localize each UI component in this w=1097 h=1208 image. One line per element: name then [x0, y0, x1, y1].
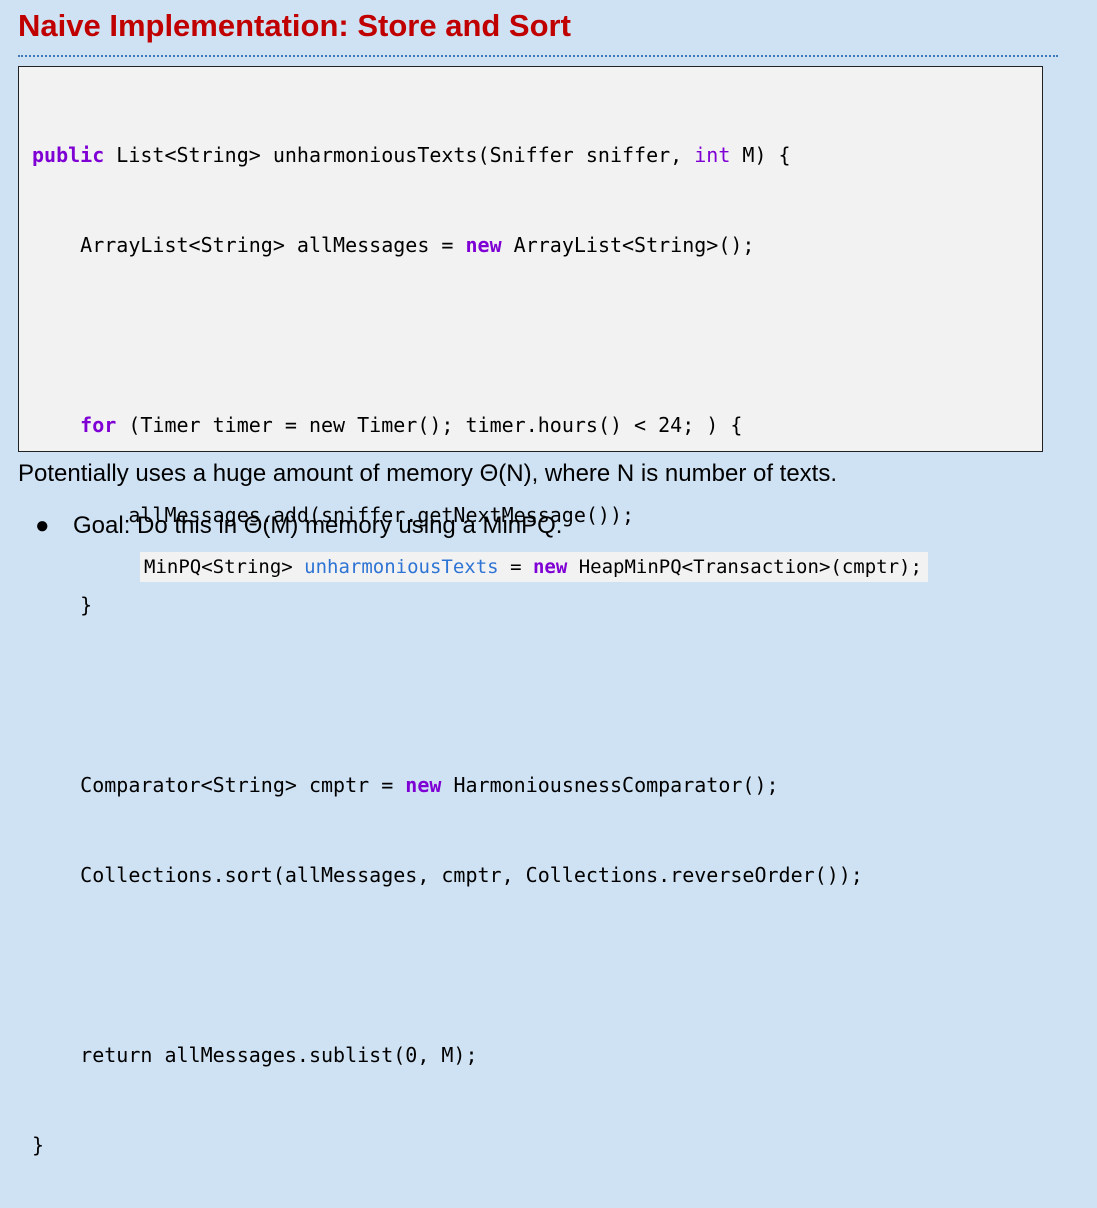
code-line-2: ArrayList<String> allMessages = new Arra… [32, 230, 863, 260]
code-line-6: } [32, 593, 93, 617]
memory-note: Potentially uses a huge amount of memory… [18, 460, 838, 487]
code-line-12: } [32, 1133, 45, 1157]
code-text-segment: List<String> unharmoniousTexts(Sniffer s… [104, 143, 695, 167]
code-line-4: for (Timer timer = new Timer(); timer.ho… [32, 410, 863, 440]
bullet-text: Goal: Do this in Θ(M) memory using a Min… [73, 512, 563, 539]
code-line-11: return allMessages.sublist(0, M); [32, 1043, 478, 1067]
code-text-segment: HarmoniousnessComparator(); [441, 773, 779, 797]
goal-bullet: ● Goal: Do this in Θ(M) memory using a Mi… [35, 512, 562, 540]
code-text: public List<String> unharmoniousTexts(Sn… [32, 80, 863, 1208]
code-block: public List<String> unharmoniousTexts(Sn… [18, 66, 1043, 1157]
code-line-9: Collections.sort(allMessages, cmptr, Col… [32, 863, 863, 887]
code-text-segment: M) { [730, 143, 791, 167]
code-keyword: for [80, 413, 117, 437]
bullet-icon: ● [35, 512, 50, 539]
code-line-1: public List<String> unharmoniousTexts(Sn… [32, 140, 863, 170]
code-keyword: new [532, 556, 568, 578]
code-text-segment: (Timer timer = new Timer(); timer.hours(… [116, 413, 743, 437]
code-keyword: int [694, 143, 731, 167]
code-line-8: Comparator<String> cmptr = new Harmoniou… [32, 770, 863, 800]
code-text-segment: = [498, 556, 533, 578]
code-text-segment: ArrayList<String> allMessages = [32, 233, 466, 257]
code-text-segment: MinPQ<String> [144, 556, 305, 578]
code-keyword: new [405, 773, 442, 797]
code-keyword: new [465, 233, 502, 257]
code-text-segment: Comparator<String> cmptr = [32, 773, 406, 797]
code-text-segment: HeapMinPQ<Transaction>(cmptr); [567, 556, 922, 578]
slide-title: Naive Implementation: Store and Sort [18, 8, 571, 43]
code-text-segment: ArrayList<String>(); [501, 233, 755, 257]
title-divider [18, 55, 1058, 57]
code-snippet: MinPQ<String> unharmoniousTexts = new He… [140, 552, 928, 582]
code-keyword: public [32, 143, 105, 167]
code-variable: unharmoniousTexts [304, 556, 499, 578]
